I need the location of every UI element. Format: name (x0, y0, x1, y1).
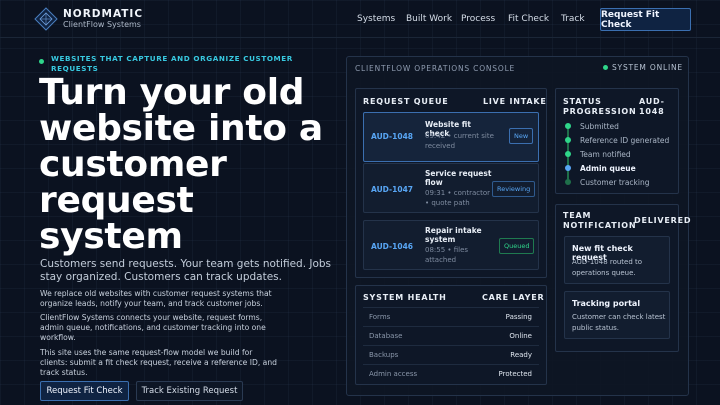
queue-item-meta: 09:31 • contractor • quote path (425, 189, 490, 207)
hero-eyebrow: WEBSITES THAT CAPTURE AND ORGANIZE CUSTO… (51, 54, 293, 73)
nav-link-process[interactable]: Process (461, 14, 495, 24)
top-nav: NORDMATIC ClientFlow Systems Systems Bui… (0, 0, 720, 38)
track-existing-request-button[interactable]: Track Existing Request (136, 381, 243, 401)
care-layer-label: CARE LAYER (482, 293, 545, 302)
health-value: Protected (498, 370, 533, 378)
nav-link-systems[interactable]: Systems (357, 14, 395, 24)
nav-link-built-work[interactable]: Built Work (406, 14, 452, 24)
diamond-grid-icon[interactable] (34, 7, 58, 31)
hero-title: Turn your old website into a customer re… (39, 72, 323, 257)
step-label: Team notified (580, 150, 631, 159)
step-label: Submitted (580, 122, 619, 131)
queue-item[interactable]: AUD-1048 Website fit check 09:42 • curre… (363, 112, 539, 162)
hero-subtitle: Customers send requests. Your team gets … (40, 258, 332, 283)
health-key: Backups (369, 351, 399, 359)
status-badge: Reviewing (492, 181, 536, 197)
health-row: Backups Ready (363, 345, 539, 362)
health-row: Database Online (363, 326, 539, 343)
nav-link-track[interactable]: Track (561, 14, 585, 24)
request-fit-check-button[interactable]: Request Fit Check (40, 381, 129, 401)
console-status: SYSTEM ONLINE (612, 63, 683, 72)
queue-item-id: AUD-1046 (371, 242, 414, 251)
hero-paragraph-2: ClientFlow Systems connects your website… (40, 313, 266, 342)
nav-link-fit-check[interactable]: Fit Check (508, 14, 549, 24)
live-intake-label: LIVE INTAKE (483, 97, 547, 106)
step-dot (565, 137, 571, 143)
step-dot (565, 151, 571, 157)
step-label: Reference ID generated (580, 136, 670, 145)
status-progression-heading: STATUS PROGRESSION (563, 97, 637, 116)
health-row: Admin access Protected (363, 364, 539, 381)
hero-paragraph-1: We replace old websites with customer re… (40, 289, 272, 308)
brand[interactable]: NORDMATIC ClientFlow Systems (63, 9, 143, 30)
queue-item-meta: 08:55 • files attached (425, 246, 469, 264)
hero-paragraph-3: This site uses the same request-flow mod… (40, 348, 277, 377)
health-key: Database (369, 332, 403, 340)
health-key: Admin access (369, 370, 418, 378)
health-value: Ready (510, 351, 532, 359)
queue-item[interactable]: AUD-1047 Service request flow 09:31 • co… (363, 163, 539, 213)
status-badge: New (509, 128, 534, 144)
notification-title: Tracking portal (572, 299, 641, 308)
brand-name: NORDMATIC (63, 8, 144, 20)
brand-subtitle: ClientFlow Systems (63, 20, 141, 29)
queue-item-meta: 09:42 • current site received (425, 132, 494, 150)
step-label-active: Admin queue (580, 164, 636, 173)
notification-body: AUD-1048 routed to operations queue. (572, 258, 643, 277)
status-badge: Queued (499, 238, 535, 254)
health-key: Forms (369, 313, 391, 321)
system-health-heading: SYSTEM HEALTH (363, 293, 447, 302)
queue-item-id: AUD-1048 (371, 132, 414, 141)
step-dot (565, 179, 571, 185)
queue-item[interactable]: AUD-1046 Repair intake system 08:55 • fi… (363, 220, 539, 270)
step-dot-active (565, 165, 571, 171)
nav-request-fit-check-button[interactable]: Request Fit Check (600, 8, 691, 31)
queue-item-title: Service request flow (425, 169, 492, 187)
notification-body: Customer can check latest public status. (572, 313, 666, 332)
eyebrow-status-dot (39, 59, 44, 64)
console-title: CLIENTFLOW OPERATIONS CONSOLE (355, 64, 516, 73)
notification-card[interactable]: Tracking portal Customer can check lates… (564, 291, 670, 339)
queue-item-id: AUD-1047 (371, 185, 414, 194)
health-value: Passing (505, 313, 532, 321)
notification-card[interactable]: New fit check request AUD-1048 routed to… (564, 236, 670, 284)
step-label: Customer tracking (580, 178, 650, 187)
delivered-label: DELIVERED (634, 216, 692, 225)
request-queue-heading: REQUEST QUEUE (363, 97, 449, 106)
progression-ref-id: AUD-1048 (639, 97, 665, 116)
queue-item-title: Repair intake system (425, 226, 482, 244)
health-row: Forms Passing (363, 307, 539, 324)
system-online-dot (603, 65, 608, 70)
health-value: Online (509, 332, 532, 340)
step-dot (565, 123, 571, 129)
team-notification-heading: TEAM NOTIFICATION (563, 211, 637, 230)
